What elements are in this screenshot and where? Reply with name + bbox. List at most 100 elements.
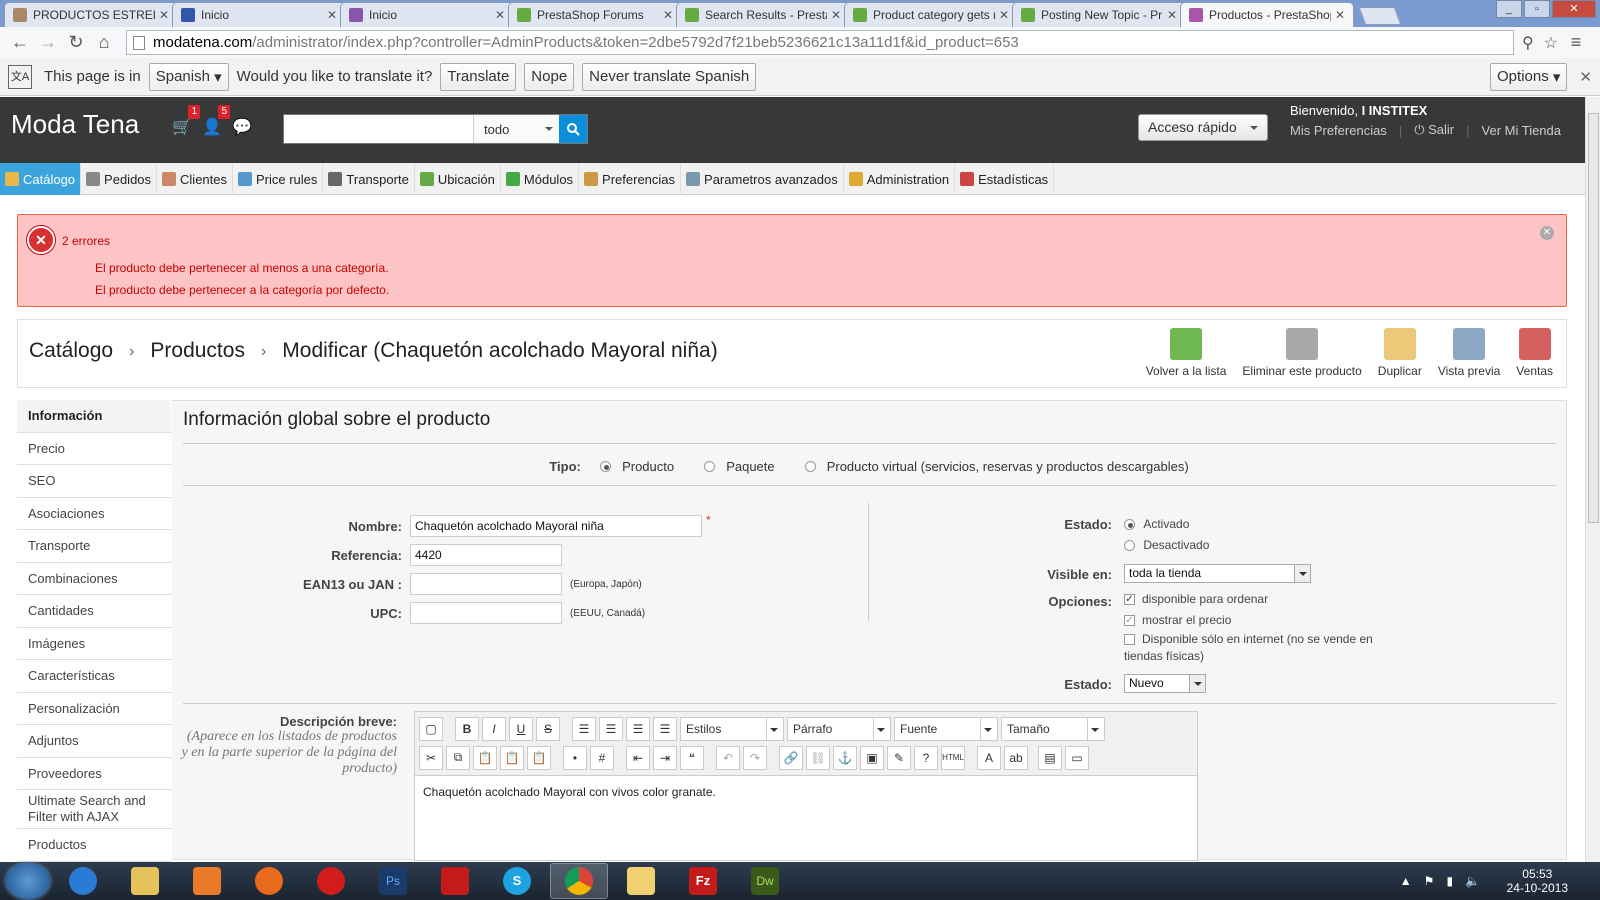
- toolbar-button[interactable]: Eliminar este producto: [1242, 328, 1362, 378]
- align-right-icon[interactable]: ☰: [626, 716, 650, 741]
- menu-item[interactable]: Catálogo: [0, 163, 82, 195]
- sidebar-item[interactable]: Ultimate Search and Filter with AJAX: [17, 790, 171, 829]
- redo-icon[interactable]: ↷: [743, 745, 767, 770]
- customers-icon[interactable]: 👤 5: [202, 105, 230, 137]
- sidebar-item[interactable]: Asociaciones: [17, 497, 171, 530]
- logout-link[interactable]: ⏻ Salir: [1414, 122, 1454, 138]
- close-tab-icon[interactable]: ✕: [663, 8, 673, 22]
- quick-access-select[interactable]: Acceso rápido: [1138, 114, 1268, 141]
- filezilla-icon[interactable]: Fz: [674, 863, 732, 899]
- cleanup-icon[interactable]: ✎: [887, 745, 911, 770]
- align-left-icon[interactable]: ☰: [572, 716, 596, 741]
- media-player-icon[interactable]: [178, 863, 236, 899]
- sidebar-item[interactable]: Información: [17, 400, 171, 433]
- sidebar-item[interactable]: Imágenes: [17, 627, 171, 660]
- anchor-icon[interactable]: ⚓: [833, 745, 857, 770]
- browser-tab[interactable]: Search Results - PrestaS ✕: [676, 2, 850, 27]
- online-only-checkbox[interactable]: [1124, 633, 1135, 645]
- image-icon[interactable]: ▣: [860, 745, 884, 770]
- page-scrollbar[interactable]: [1585, 97, 1600, 863]
- acrobat-icon[interactable]: [426, 863, 484, 899]
- menu-item[interactable]: Price rules: [233, 163, 324, 195]
- browser-tab[interactable]: Inicio ✕: [340, 2, 514, 27]
- dreamweaver-icon[interactable]: Dw: [736, 863, 794, 899]
- upc-input[interactable]: [410, 602, 562, 624]
- reload-icon[interactable]: ↻: [64, 32, 88, 53]
- opera-icon[interactable]: [302, 863, 360, 899]
- strikethrough-icon[interactable]: S: [536, 716, 560, 741]
- ean13-input[interactable]: [410, 573, 562, 595]
- home-icon[interactable]: ⌂: [92, 32, 116, 53]
- volume-icon[interactable]: 🔈: [1465, 874, 1480, 888]
- paste-word-icon[interactable]: 📋: [527, 745, 551, 770]
- type-product-radio[interactable]: [600, 461, 612, 472]
- browser-tab[interactable]: Inicio ✕: [172, 2, 346, 27]
- sidebar-item[interactable]: Combinaciones: [17, 562, 171, 595]
- zoom-icon[interactable]: ⚲: [1522, 33, 1534, 53]
- align-center-icon[interactable]: ☰: [599, 716, 623, 741]
- sidebar-item[interactable]: Personalización: [17, 692, 171, 725]
- format-select[interactable]: Párrafo: [787, 716, 891, 741]
- never-translate-button[interactable]: Never translate Spanish: [582, 62, 757, 91]
- clock[interactable]: 05:53 24-10-2013: [1507, 867, 1568, 895]
- menu-item[interactable]: Clientes: [157, 163, 233, 195]
- sidebar-item[interactable]: Precio: [17, 432, 171, 465]
- breadcrumb-item[interactable]: Productos: [150, 339, 245, 363]
- menu-item[interactable]: Preferencias: [579, 163, 682, 195]
- browser-tab[interactable]: PRODUCTOS ESTRELLA ✕: [4, 2, 178, 27]
- sidebar-item[interactable]: Transporte: [17, 530, 171, 563]
- view-store-link[interactable]: Ver Mi Tienda: [1482, 123, 1562, 138]
- browser-tab[interactable]: Product category gets n ✕: [844, 2, 1018, 27]
- status-inactive-radio[interactable]: [1124, 539, 1135, 551]
- start-button[interactable]: [6, 863, 50, 899]
- html-icon[interactable]: HTML: [941, 745, 965, 770]
- messages-icon[interactable]: 💬: [232, 117, 252, 137]
- shop-name[interactable]: Moda Tena: [11, 109, 139, 140]
- close-tab-icon[interactable]: ✕: [327, 8, 337, 22]
- undo-icon[interactable]: ↶: [716, 745, 740, 770]
- action-center-icon[interactable]: ⚑: [1424, 874, 1435, 888]
- back-icon[interactable]: ←: [8, 32, 32, 53]
- browser-tab[interactable]: Posting New Topic - Pr ✕: [1012, 2, 1186, 27]
- sidebar-item[interactable]: Proveedores: [17, 757, 171, 790]
- short-description-content[interactable]: Chaquetón acolchado Mayoral con vivos co…: [415, 776, 1197, 808]
- reference-input[interactable]: 4420: [410, 544, 562, 566]
- visibility-select[interactable]: toda la tienda: [1124, 564, 1311, 583]
- my-preferences-link[interactable]: Mis Preferencias: [1290, 123, 1387, 138]
- sidebar-item[interactable]: Cantidades: [17, 595, 171, 628]
- chrome-icon[interactable]: [550, 863, 608, 899]
- condition-select[interactable]: Nuevo: [1124, 674, 1206, 693]
- new-document-icon[interactable]: ▢: [419, 716, 443, 741]
- sidebar-item[interactable]: SEO: [17, 465, 171, 498]
- highlight-icon[interactable]: ab: [1004, 745, 1028, 770]
- link-icon[interactable]: 🔗: [779, 745, 803, 770]
- search-input[interactable]: [284, 115, 473, 143]
- close-error-icon[interactable]: ✕: [1540, 226, 1554, 240]
- menu-item[interactable]: Transporte: [323, 163, 415, 195]
- close-tab-icon[interactable]: ✕: [1335, 8, 1345, 22]
- toolbar-button[interactable]: Vista previa: [1438, 328, 1500, 378]
- browser-tab[interactable]: PrestaShop Forums ✕: [508, 2, 682, 27]
- indent-icon[interactable]: ⇥: [653, 745, 677, 770]
- bold-icon[interactable]: B: [455, 716, 479, 741]
- tray-expand-icon[interactable]: ▲: [1400, 874, 1412, 888]
- size-select[interactable]: Tamaño: [1001, 716, 1105, 741]
- sidebar-item[interactable]: Adjuntos: [17, 725, 171, 758]
- font-select[interactable]: Fuente: [894, 716, 998, 741]
- firefox-icon[interactable]: [240, 863, 298, 899]
- file-explorer-icon[interactable]: [116, 863, 174, 899]
- type-virtual-radio[interactable]: [804, 461, 816, 472]
- numbered-list-icon[interactable]: #: [590, 745, 614, 770]
- underline-icon[interactable]: U: [509, 716, 533, 741]
- blockquote-icon[interactable]: “: [680, 745, 704, 770]
- toolbar-button[interactable]: Volver a la lista: [1146, 328, 1226, 378]
- close-tab-icon[interactable]: ✕: [159, 8, 169, 22]
- show-price-checkbox[interactable]: ✓: [1124, 614, 1135, 626]
- italic-icon[interactable]: I: [482, 716, 506, 741]
- bookmark-star-icon[interactable]: ☆: [1544, 33, 1558, 53]
- close-tab-icon[interactable]: ✕: [831, 8, 841, 22]
- close-tab-icon[interactable]: ✕: [1167, 8, 1177, 22]
- name-input[interactable]: Chaquetón acolchado Mayoral niña: [410, 515, 702, 537]
- options-button[interactable]: Options ▾: [1490, 62, 1568, 91]
- toolbar-button[interactable]: Ventas: [1516, 328, 1553, 378]
